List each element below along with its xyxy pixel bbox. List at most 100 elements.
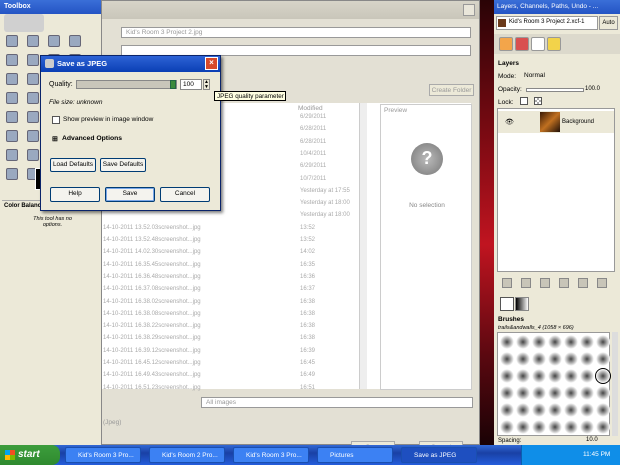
rect-select-icon[interactable] — [6, 35, 18, 47]
airbrush-icon[interactable] — [27, 149, 39, 161]
filename-input[interactable]: Kid's Room 3 Project 2.jpg — [121, 27, 471, 38]
tab-paths[interactable] — [531, 37, 545, 51]
brush-swatch[interactable] — [516, 369, 530, 383]
cancel-button[interactable]: Cancel — [160, 187, 210, 202]
tab-layers[interactable] — [499, 37, 513, 51]
blend-icon[interactable] — [27, 130, 39, 142]
brush-swatch[interactable] — [564, 369, 578, 383]
brush-swatch[interactable] — [596, 352, 610, 366]
brush-swatch[interactable] — [516, 403, 530, 417]
expander-plus-icon[interactable]: ⊞ — [52, 135, 58, 143]
ellipse-select-icon[interactable] — [27, 35, 39, 47]
align-icon[interactable] — [6, 92, 18, 104]
brush-swatch[interactable] — [532, 386, 546, 400]
brush-swatch[interactable] — [596, 386, 610, 400]
brush-tab-icon[interactable] — [500, 297, 514, 311]
taskbar-button[interactable]: Kid's Room 3 Pro... — [233, 447, 309, 463]
brush-swatch[interactable] — [500, 420, 514, 434]
brush-swatch[interactable] — [532, 403, 546, 417]
anchor-layer-icon[interactable] — [578, 278, 588, 288]
taskbar-button[interactable]: Kid's Room 3 Pro... — [65, 447, 141, 463]
brush-swatch[interactable] — [516, 386, 530, 400]
auto-button[interactable]: Auto — [599, 16, 618, 30]
brush-swatch[interactable] — [516, 420, 530, 434]
layer-row[interactable]: 👁 Background — [498, 111, 614, 133]
brush-swatch[interactable] — [548, 335, 562, 349]
create-folder-button[interactable]: Create Folder — [429, 84, 474, 96]
file-list-scrollbar[interactable] — [359, 103, 367, 389]
brush-swatch[interactable] — [548, 403, 562, 417]
scissors-icon[interactable] — [27, 54, 39, 66]
gradient-tab-icon[interactable] — [515, 297, 529, 311]
brush-swatch[interactable] — [596, 420, 610, 434]
quality-spinbox[interactable]: 100 — [180, 79, 202, 90]
brush-swatch[interactable] — [516, 335, 530, 349]
brush-swatch[interactable] — [548, 369, 562, 383]
brush-swatch[interactable] — [500, 403, 514, 417]
brush-swatch[interactable] — [548, 352, 562, 366]
delete-layer-icon[interactable] — [597, 278, 607, 288]
eye-icon[interactable]: 👁 — [505, 118, 514, 126]
brush-swatch[interactable] — [596, 403, 610, 417]
taskbar-button[interactable]: Pictures — [317, 447, 393, 463]
tab-undo[interactable] — [547, 37, 561, 51]
heal-icon[interactable] — [6, 168, 18, 180]
taskbar-button[interactable]: Kid's Room 2 Pro... — [149, 447, 225, 463]
lower-layer-icon[interactable] — [540, 278, 550, 288]
opacity-value[interactable]: 100.0 — [585, 86, 600, 92]
advanced-options-expander[interactable]: Advanced Options — [62, 135, 122, 142]
brush-swatch[interactable] — [580, 420, 594, 434]
perspective-icon[interactable] — [27, 111, 39, 123]
eraser-icon[interactable] — [6, 149, 18, 161]
color-select-icon[interactable] — [6, 54, 18, 66]
brush-swatch[interactable] — [580, 369, 594, 383]
quality-slider-knob[interactable] — [170, 80, 176, 89]
brush-swatch[interactable] — [532, 352, 546, 366]
save-button[interactable]: Save — [105, 187, 155, 202]
opacity-slider[interactable] — [526, 88, 584, 92]
brush-swatch[interactable] — [564, 386, 578, 400]
taskbar-button[interactable]: Save as JPEG — [401, 447, 477, 463]
quality-slider[interactable] — [76, 80, 177, 89]
brush-swatch[interactable] — [548, 386, 562, 400]
fuzzy-select-icon[interactable] — [69, 35, 81, 47]
new-layer-icon[interactable] — [502, 278, 512, 288]
brush-swatch[interactable] — [532, 420, 546, 434]
brush-swatch[interactable] — [564, 420, 578, 434]
brush-swatch[interactable] — [548, 420, 562, 434]
tab-channels[interactable] — [515, 37, 529, 51]
brush-swatch[interactable] — [596, 335, 610, 349]
zoom-icon[interactable] — [27, 73, 39, 85]
shear-icon[interactable] — [6, 111, 18, 123]
brush-swatch[interactable] — [580, 403, 594, 417]
file-filter-select[interactable]: All images — [201, 397, 473, 408]
brush-swatch[interactable] — [500, 369, 514, 383]
mode-select[interactable]: Normal — [522, 71, 612, 81]
brush-swatch[interactable] — [595, 368, 611, 384]
brush-swatch[interactable] — [564, 403, 578, 417]
brush-swatch[interactable] — [532, 369, 546, 383]
spacing-value[interactable]: 10.0 — [586, 437, 598, 443]
quality-spin-arrows[interactable]: ▲ ▼ — [203, 79, 210, 90]
help-button[interactable]: Help — [50, 187, 100, 202]
save-image-close-button[interactable] — [463, 4, 475, 16]
brush-swatch[interactable] — [580, 352, 594, 366]
brush-swatch[interactable] — [516, 352, 530, 366]
jpeg-close-button[interactable]: × — [205, 57, 218, 70]
free-select-icon[interactable] — [48, 35, 60, 47]
brush-swatch[interactable] — [532, 335, 546, 349]
load-defaults-button[interactable]: Load Defaults — [50, 158, 96, 172]
brush-swatch[interactable] — [564, 352, 578, 366]
brush-swatch[interactable] — [500, 386, 514, 400]
brush-swatch[interactable] — [500, 335, 514, 349]
crop-icon[interactable] — [27, 92, 39, 104]
raise-layer-icon[interactable] — [521, 278, 531, 288]
show-preview-checkbox[interactable] — [52, 116, 60, 124]
bucket-fill-icon[interactable] — [6, 130, 18, 142]
lock-alpha-checkbox[interactable] — [534, 97, 542, 105]
brush-swatch[interactable] — [580, 386, 594, 400]
modified-column-header[interactable]: Modified — [298, 105, 323, 112]
show-preview-label[interactable]: Show preview in image window — [63, 116, 153, 123]
color-picker-icon[interactable] — [6, 73, 18, 85]
image-select[interactable]: Kid's Room 3 Project 2.xcf-1 — [496, 16, 598, 30]
